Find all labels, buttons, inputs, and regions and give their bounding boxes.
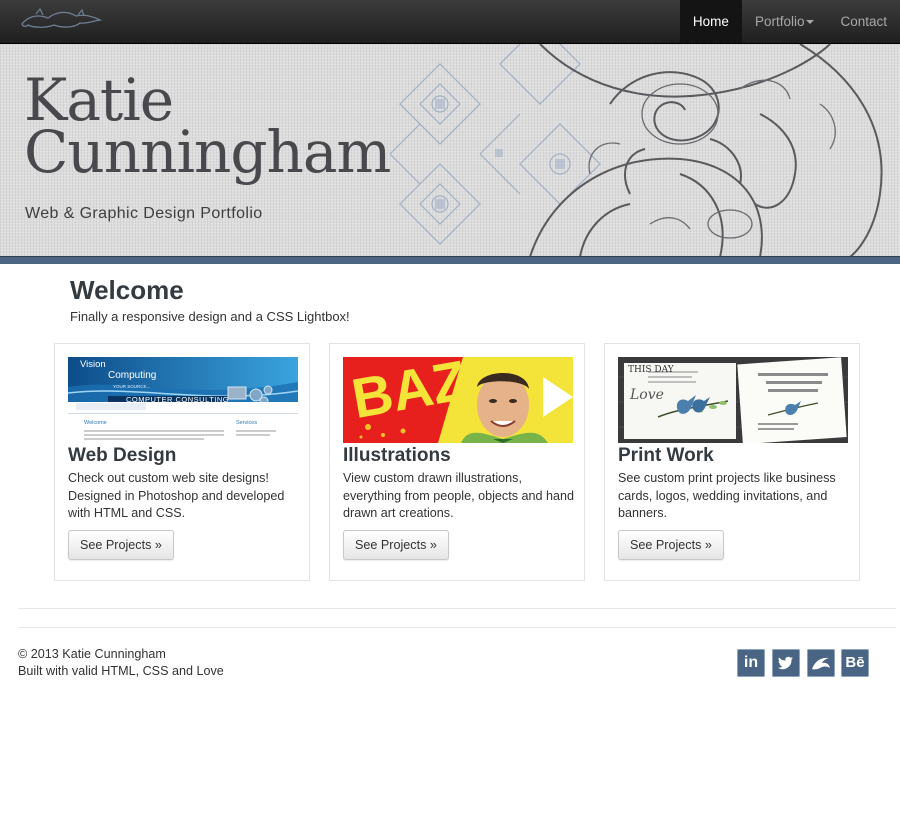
site-name-line2: Cunningham xyxy=(24,118,391,186)
main-nav: Home Portfolio Contact xyxy=(679,0,900,43)
navbar: Home Portfolio Contact xyxy=(0,0,900,44)
thumb-this-day: THIS DAY xyxy=(628,365,674,375)
card-print-work: THIS DAY Love Print Work See custom prin… xyxy=(604,343,860,581)
divider xyxy=(18,627,896,628)
behance-glyph: Bē xyxy=(845,654,865,671)
nav-contact-label: Contact xyxy=(840,14,887,29)
behance-icon[interactable]: Bē xyxy=(841,649,869,677)
caret-down-icon xyxy=(806,20,815,25)
site-tagline: Web & Graphic Design Portfolio xyxy=(25,205,263,222)
linkedin-icon[interactable]: in xyxy=(737,649,765,677)
thumb-love: Love xyxy=(630,387,664,403)
twitter-icon[interactable] xyxy=(772,649,800,677)
illustrations-thumbnail[interactable]: BAZ xyxy=(343,357,573,443)
site-name: Katie Cunningham xyxy=(24,71,424,181)
welcome-title: Welcome xyxy=(70,275,184,305)
linkedin-glyph: in xyxy=(743,654,759,671)
fox-logo-icon[interactable] xyxy=(18,6,104,32)
floral-ornament-illustration xyxy=(389,44,883,257)
see-projects-button[interactable]: See Projects » xyxy=(68,530,174,560)
see-projects-button[interactable]: See Projects » xyxy=(618,530,724,560)
web-design-thumbnail[interactable]: Vision Computing YOUR SOURCE... COMPUTER… xyxy=(68,357,298,443)
card-title: Illustrations xyxy=(343,445,451,466)
thumb-tagline: YOUR SOURCE... xyxy=(113,384,151,389)
card-title: Web Design xyxy=(68,445,177,466)
header-banner: Katie Cunningham Web & Graphic Design Po… xyxy=(0,44,900,257)
divider xyxy=(18,608,896,609)
see-projects-button[interactable]: See Projects » xyxy=(343,530,449,560)
built-with-text: Built with valid HTML, CSS and Love xyxy=(18,664,224,678)
nav-contact[interactable]: Contact xyxy=(827,0,900,43)
twitter-bird-icon xyxy=(777,656,793,670)
card-description: View custom drawn illustrations, everyth… xyxy=(343,471,575,520)
nav-portfolio-label: Portfolio xyxy=(754,14,805,29)
welcome-subtitle: Finally a responsive design and a CSS Li… xyxy=(70,309,350,324)
thumb-welcome: Welcome xyxy=(84,420,107,426)
card-illustrations: BAZ Illustrations View custom drawn illu… xyxy=(329,343,585,581)
nav-home-label: Home xyxy=(692,14,729,29)
thumb-services: Services xyxy=(236,420,258,426)
card-web-design: Vision Computing YOUR SOURCE... COMPUTER… xyxy=(54,343,310,581)
deviantart-icon[interactable] xyxy=(807,649,835,677)
card-description: Check out custom web site designs! Desig… xyxy=(68,471,285,520)
banner-divider xyxy=(0,256,900,264)
thumb-banner: COMPUTER CONSULTING xyxy=(126,395,230,404)
deviantart-glyph-icon xyxy=(812,657,830,670)
copyright-text: © 2013 Katie Cunningham xyxy=(18,647,166,661)
print-work-thumbnail[interactable]: THIS DAY Love xyxy=(618,357,848,443)
card-title: Print Work xyxy=(618,445,714,466)
thumb-brand-line2: Computing xyxy=(108,370,157,381)
thumb-brand-line1: Vision xyxy=(80,359,106,370)
card-description: See custom print projects like business … xyxy=(618,471,836,520)
nav-portfolio-dropdown[interactable]: Portfolio xyxy=(742,0,828,43)
nav-home[interactable]: Home xyxy=(679,0,742,43)
